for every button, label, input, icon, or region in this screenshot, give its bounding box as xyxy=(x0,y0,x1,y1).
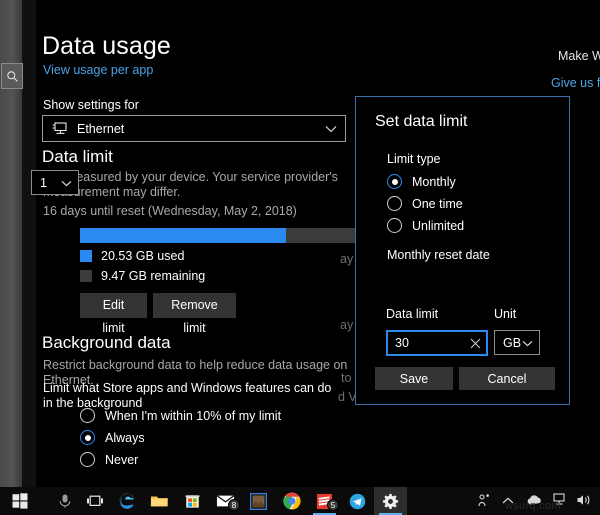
radio-label: One time xyxy=(412,196,463,211)
radio-within-10-percent[interactable]: When I'm within 10% of my limit xyxy=(80,408,281,423)
chevron-down-icon xyxy=(325,120,337,138)
radio-icon xyxy=(387,196,402,211)
settings-button[interactable] xyxy=(374,487,407,515)
radio-icon xyxy=(80,430,95,445)
edit-limit-button[interactable]: Edit limit xyxy=(80,293,147,335)
radio-label: Never xyxy=(105,452,139,467)
unit-value: GB xyxy=(503,335,522,350)
microsoft-edge-button[interactable] xyxy=(110,487,143,515)
chevron-down-icon xyxy=(522,334,533,352)
screen: Data usage View usage per app Show setti… xyxy=(0,0,600,515)
network-icon[interactable] xyxy=(551,493,567,509)
volume-icon[interactable] xyxy=(576,493,592,509)
taskbar: 8 5 xyxy=(0,487,600,515)
start-button[interactable] xyxy=(0,487,40,515)
people-icon[interactable] xyxy=(476,493,492,509)
dialog-title: Set data limit xyxy=(375,113,468,130)
obscured-text-fragment: ay xyxy=(340,252,354,266)
monthly-reset-date-label: Monthly reset date xyxy=(387,248,490,262)
obscured-text-fragment: to xyxy=(341,371,352,385)
unit-field-label: Unit xyxy=(494,307,517,321)
background-data-heading: Background data xyxy=(42,333,171,352)
legend-used-label: 20.53 GB used xyxy=(101,249,185,263)
legend-swatch-used-icon xyxy=(80,250,92,262)
set-data-limit-dialog: Set data limit Limit type Monthly One ti… xyxy=(355,96,570,405)
data-limit-input[interactable] xyxy=(395,336,469,350)
google-chrome-button[interactable] xyxy=(275,487,308,515)
radio-label: Unlimited xyxy=(412,218,465,233)
data-usage-progress-bar xyxy=(80,228,381,243)
show-settings-for-label: Show settings for xyxy=(43,98,139,112)
background-window-gap xyxy=(22,0,36,487)
data-limit-heading: Data limit xyxy=(42,147,113,166)
radio-icon xyxy=(80,408,95,423)
clear-icon[interactable] xyxy=(469,337,482,350)
file-explorer-button[interactable] xyxy=(143,487,176,515)
obscured-text-fragment: d V xyxy=(338,390,357,404)
monthly-reset-date-select[interactable]: 1 xyxy=(31,170,79,195)
page-title: Data usage xyxy=(42,32,171,60)
measured-note: *As measured by your device. Your servic… xyxy=(43,170,338,199)
data-limit-input-wrapper[interactable] xyxy=(386,330,488,356)
make-windows-better-text: Make Wind xyxy=(558,49,600,63)
show-hidden-icons-chevron[interactable] xyxy=(501,493,517,509)
data-usage-progress-fill xyxy=(80,228,286,243)
radio-icon xyxy=(387,218,402,233)
reset-note: 16 days until reset (Wednesday, May 2, 2… xyxy=(43,204,297,218)
photos-button[interactable] xyxy=(242,487,275,515)
radio-icon xyxy=(387,174,402,189)
network-select-value: Ethernet xyxy=(77,121,125,136)
background-data-question: Limit what Store apps and Windows featur… xyxy=(43,381,332,410)
radio-label: Monthly xyxy=(412,174,456,189)
legend-remaining: 9.47 GB remaining xyxy=(80,269,205,283)
view-usage-per-app-link[interactable]: View usage per app xyxy=(43,63,153,77)
mail-button[interactable]: 8 xyxy=(209,487,242,515)
radio-never[interactable]: Never xyxy=(80,452,138,467)
monthly-reset-date-value: 1 xyxy=(40,175,47,190)
task-view-button[interactable] xyxy=(78,487,111,515)
radio-icon xyxy=(80,452,95,467)
search-icon[interactable] xyxy=(1,63,23,89)
radio-limit-type-unlimited[interactable]: Unlimited xyxy=(387,218,464,233)
cancel-button[interactable]: Cancel xyxy=(459,367,555,390)
telegram-button[interactable] xyxy=(341,487,374,515)
radio-limit-type-monthly[interactable]: Monthly xyxy=(387,174,456,189)
radio-limit-type-one-time[interactable]: One time xyxy=(387,196,463,211)
ethernet-icon xyxy=(52,121,68,136)
network-select[interactable]: Ethernet xyxy=(42,115,346,142)
chevron-down-icon xyxy=(61,174,72,192)
legend-remaining-label: 9.47 GB remaining xyxy=(101,269,206,283)
sticky-app-button[interactable]: 5 xyxy=(308,487,341,515)
unit-select[interactable]: GB xyxy=(494,330,540,355)
microsoft-store-button[interactable] xyxy=(176,487,209,515)
radio-label: When I'm within 10% of my limit xyxy=(105,408,282,423)
system-tray xyxy=(476,487,596,515)
save-button[interactable]: Save xyxy=(375,367,453,390)
notification-badge: 8 xyxy=(228,499,240,511)
limit-type-label: Limit type xyxy=(387,152,441,166)
onedrive-cloud-icon[interactable] xyxy=(526,493,542,509)
radio-always[interactable]: Always xyxy=(80,430,145,445)
legend-used: 20.53 GB used xyxy=(80,249,184,263)
obscured-text-fragment: ay xyxy=(340,318,354,332)
notification-badge: 5 xyxy=(327,499,339,511)
legend-swatch-remaining-icon xyxy=(80,270,92,282)
give-us-feedback-link[interactable]: Give us fee xyxy=(551,76,600,90)
remove-limit-button[interactable]: Remove limit xyxy=(153,293,236,335)
cortana-search-button[interactable] xyxy=(48,487,81,515)
data-limit-field-label: Data limit xyxy=(386,307,439,321)
radio-label: Always xyxy=(105,430,145,445)
